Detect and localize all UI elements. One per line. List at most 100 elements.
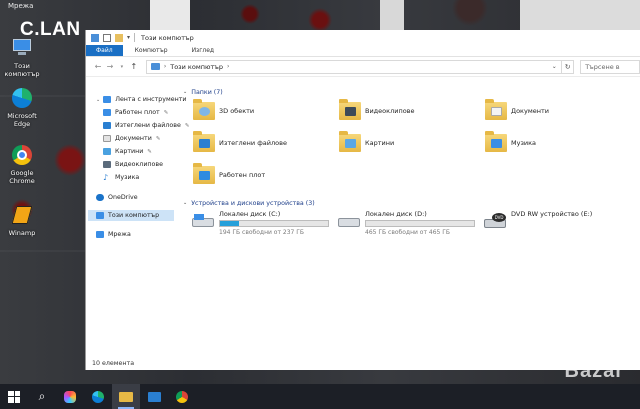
refresh-icon[interactable]: ↻ (561, 59, 573, 74)
back-arrow-icon[interactable]: ← (92, 62, 104, 71)
taskbar-file-explorer-button[interactable] (112, 384, 140, 409)
drive-label: DVD RW устройство (E:) (511, 210, 593, 218)
drive-c[interactable]: Локален диск (C:) 194 ГБ свободни от 237… (191, 210, 329, 236)
search-icon: ⌕ (38, 389, 46, 403)
wallpaper-art (520, 0, 640, 30)
folder-music[interactable]: Музика (485, 131, 536, 152)
new-folder-icon[interactable] (115, 33, 123, 42)
download-icon (103, 122, 111, 129)
videos-folder-icon (339, 99, 361, 120)
folder-label: Видеоклипове (365, 107, 415, 115)
pin-icon[interactable]: ✎ (147, 149, 152, 155)
title-separator (134, 33, 136, 42)
search-input[interactable]: Търсене в (580, 59, 640, 74)
nav-item-label: Музика (115, 174, 140, 181)
chevron-down-icon[interactable]: ▾ (127, 34, 130, 41)
desktop-icon-label: Winamp (8, 229, 36, 237)
desktop-icon-winamp[interactable]: Winamp (2, 203, 42, 237)
nav-item-onedrive[interactable]: OneDrive (96, 192, 138, 203)
nav-item-label: Лента с инструменти (115, 96, 187, 103)
drive-d[interactable]: Локален диск (D:) 465 ГБ свободни от 465… (337, 210, 475, 236)
search-button[interactable]: ⌕ (28, 384, 56, 409)
chevron-down-icon[interactable]: ⌄ (183, 89, 187, 95)
nav-item-videos[interactable]: Видеоклипове (103, 159, 163, 170)
ribbon-tabs: Файл Компютър Изглед (86, 45, 640, 57)
music-note-icon: ♪ (103, 173, 109, 182)
nav-item-label: Работен плот (115, 109, 160, 116)
start-button[interactable] (0, 384, 28, 409)
breadcrumb[interactable]: Този компютър (170, 63, 223, 71)
desktop-icon-chrome[interactable]: Google Chrome (2, 143, 42, 185)
taskbar-edge-button[interactable] (84, 384, 112, 409)
tab-file[interactable]: Файл (86, 45, 123, 56)
pin-icon[interactable]: ✎ (156, 136, 161, 142)
computer-icon (91, 33, 99, 42)
nav-item-label: OneDrive (108, 194, 138, 201)
folder-videos[interactable]: Видеоклипове (339, 99, 415, 120)
3d-objects-icon (193, 99, 215, 120)
devices-group-header[interactable]: ⌄ Устройства и дискови устройства (3) (183, 198, 315, 208)
taskbar-chrome-button[interactable] (168, 384, 196, 409)
nav-item-pictures[interactable]: Картини ✎ (103, 146, 152, 157)
star-icon (103, 96, 112, 103)
chevron-down-icon[interactable]: ⌄ (96, 97, 100, 103)
desktop-icon-label: Този компютър (4, 62, 40, 78)
pin-icon[interactable]: ✎ (164, 110, 169, 116)
search-placeholder: Търсене в (585, 62, 620, 71)
folder-pictures[interactable]: Картини (339, 131, 394, 152)
nav-item-desktop[interactable]: Работен плот ✎ (103, 107, 168, 118)
desktop-icon-edge[interactable]: Microsoft Edge (2, 86, 42, 128)
folder-label: Документи (511, 107, 549, 115)
drive-dvd[interactable]: DVD DVD RW устройство (E:) (483, 210, 592, 230)
folder-icon (119, 391, 133, 402)
desktop-icon-label: Google Chrome (9, 169, 35, 185)
desktop-icon-this-pc[interactable]: Този компютър (2, 36, 42, 78)
nav-item-network[interactable]: Мрежа (96, 229, 131, 240)
taskbar-mail-button[interactable] (140, 384, 168, 409)
status-bar: 10 елемента (92, 360, 135, 367)
folder-label: Работен плот (219, 171, 266, 179)
group-header-label: Папки (7) (191, 88, 223, 96)
nav-item-documents[interactable]: Документи ✎ (103, 133, 160, 144)
folders-group-header[interactable]: ⌄ Папки (7) (183, 87, 223, 97)
drive-label: Локален диск (C:) (219, 210, 281, 218)
drive-label: Локален диск (D:) (365, 210, 427, 218)
drive-usage-bar (219, 220, 329, 227)
up-arrow-icon[interactable]: ↑ (128, 62, 140, 71)
nav-item-label: Документи (115, 135, 152, 142)
nav-item-downloads[interactable]: Изтеглени файлове ✎ (103, 120, 189, 131)
recent-locations-icon[interactable]: ▾ (116, 64, 128, 70)
wallpaper-art (380, 0, 404, 30)
chevron-right-icon[interactable]: › (227, 63, 229, 70)
address-bar[interactable]: › Този компютър › ⌄ ↻ (145, 59, 575, 74)
forward-arrow-icon[interactable]: → (104, 62, 116, 71)
chevron-down-icon[interactable]: ⌄ (183, 200, 187, 206)
chevron-right-icon[interactable]: › (164, 63, 166, 70)
folder-3d-objects[interactable]: 3D обекти (193, 99, 254, 120)
tab-computer[interactable]: Компютър (123, 45, 180, 56)
computer-icon (10, 36, 34, 60)
chrome-icon (176, 390, 188, 403)
chrome-icon (10, 143, 34, 167)
copilot-button[interactable] (56, 384, 84, 409)
folder-label: Изтеглени файлове (219, 139, 287, 147)
folder-downloads[interactable]: Изтеглени файлове (193, 131, 287, 152)
tab-view[interactable]: Изглед (180, 45, 227, 56)
nav-quick-access[interactable]: ⌄ Лента с инструменти (96, 94, 187, 105)
desktop-icon (103, 109, 111, 116)
folder-desktop[interactable]: Работен плот (193, 163, 266, 184)
chevron-down-icon[interactable]: ⌄ (547, 63, 561, 70)
folder-documents[interactable]: Документи (485, 99, 549, 120)
desktop-network-label[interactable]: Мрежа (8, 2, 33, 10)
properties-icon[interactable] (103, 33, 111, 42)
file-explorer-window: ▾ Този компютър Файл Компютър Изглед ← →… (85, 30, 640, 370)
nav-item-label: Изтеглени файлове (115, 122, 181, 129)
documents-folder-icon (485, 99, 507, 120)
nav-item-music[interactable]: ♪ Музика (103, 172, 139, 183)
nav-item-this-pc[interactable]: Този компютър (88, 210, 174, 221)
cloud-icon (96, 194, 104, 201)
downloads-folder-icon (193, 131, 215, 152)
address-row: ← → ▾ ↑ › Този компютър › ⌄ ↻ Търсене в (86, 57, 640, 77)
drive-free-space: 194 ГБ свободни от 237 ГБ (219, 229, 305, 236)
pictures-folder-icon (339, 131, 361, 152)
